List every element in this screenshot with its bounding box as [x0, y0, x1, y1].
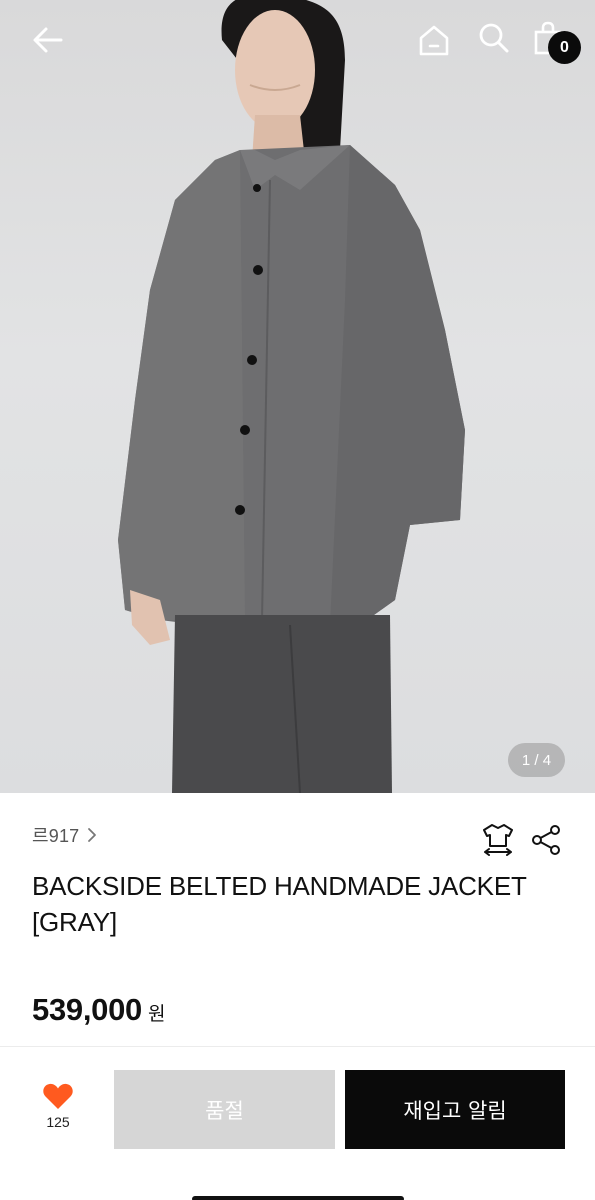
arrow-left-icon	[33, 27, 63, 53]
cart-count-badge: 0	[548, 31, 581, 64]
product-title: BACKSIDE BELTED HANDMADE JACKET [GRAY]	[32, 871, 527, 937]
home-indicator	[192, 1196, 404, 1200]
search-icon	[479, 23, 509, 53]
home-icon	[419, 25, 449, 56]
back-button[interactable]	[26, 18, 70, 62]
price-currency: 원	[147, 1004, 166, 1025]
like-button[interactable]: 125	[28, 1082, 88, 1142]
heart-icon	[43, 1083, 73, 1109]
size-guide-button[interactable]	[478, 820, 518, 860]
share-icon	[532, 825, 560, 855]
divider	[0, 1046, 595, 1047]
restock-alert-button[interactable]: 재입고 알림	[345, 1070, 565, 1149]
home-button[interactable]	[412, 18, 456, 62]
chevron-right-icon	[88, 828, 97, 842]
product-image-gallery[interactable]: 0 1 / 4	[0, 0, 595, 793]
top-navigation-bar: 0	[0, 0, 595, 80]
image-pager-indicator: 1 / 4	[508, 743, 565, 777]
product-photo	[118, 0, 465, 793]
like-count: 125	[46, 1114, 70, 1130]
brand-name: 르917	[32, 826, 80, 846]
product-price: 539,000	[32, 992, 142, 1027]
size-guide-shirt-icon	[483, 824, 513, 856]
brand-link[interactable]: 르917	[32, 822, 99, 848]
price-row: 539,000 원	[32, 992, 165, 1028]
share-button[interactable]	[526, 820, 566, 860]
search-button[interactable]	[472, 16, 516, 60]
soldout-button[interactable]: 품절	[114, 1070, 335, 1149]
